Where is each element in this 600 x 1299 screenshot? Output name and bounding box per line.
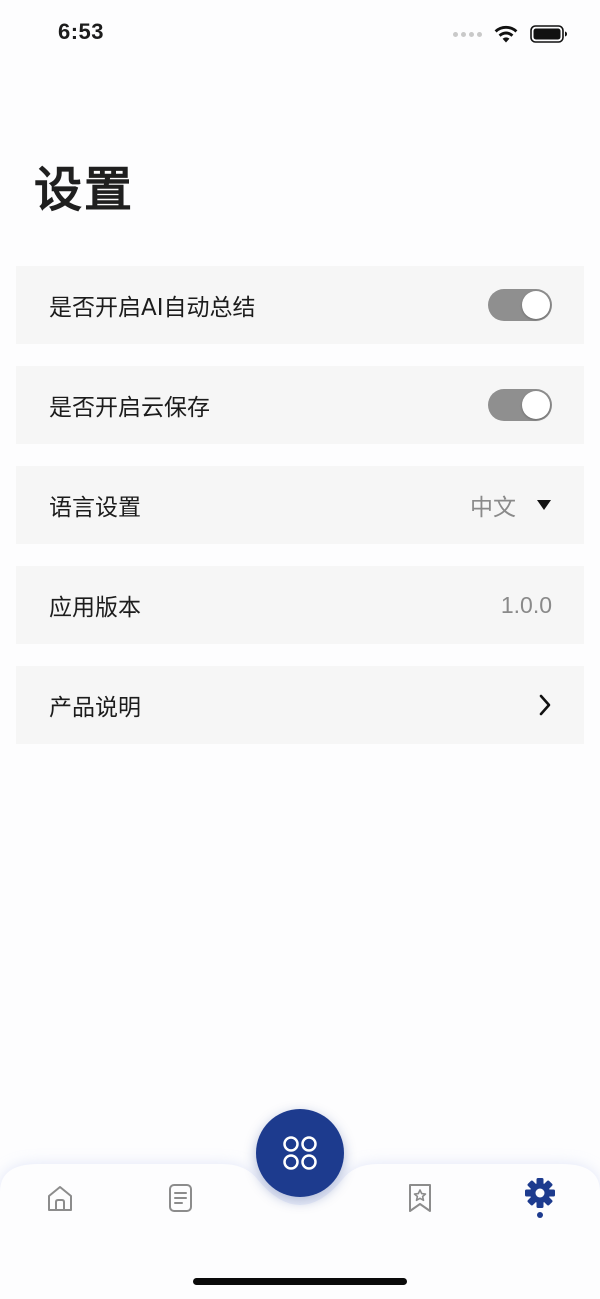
document-icon xyxy=(169,1184,192,1212)
page-title: 设置 xyxy=(34,162,135,218)
wifi-icon xyxy=(494,25,518,43)
grid-icon xyxy=(283,1136,317,1170)
tab-favorites[interactable] xyxy=(400,1180,440,1216)
setting-row-cloud-save: 是否开启云保存 xyxy=(16,366,584,444)
setting-row-product-info[interactable]: 产品说明 xyxy=(16,666,584,744)
status-time: 6:53 xyxy=(58,19,105,44)
toggle-knob xyxy=(522,391,550,419)
toggle-knob xyxy=(522,291,550,319)
ai-summary-toggle[interactable] xyxy=(488,289,552,321)
status-bar: 6:53 xyxy=(0,0,600,66)
gear-icon xyxy=(525,1178,555,1218)
bookmark-star-icon xyxy=(409,1184,431,1212)
tab-settings[interactable] xyxy=(520,1178,560,1218)
version-value: 1.0.0 xyxy=(500,591,552,618)
tab-center-apps-button[interactable] xyxy=(256,1109,344,1197)
active-tab-dot xyxy=(537,1212,543,1218)
tab-notes[interactable] xyxy=(160,1180,200,1216)
setting-row-version: 应用版本 1.0.0 xyxy=(16,566,584,644)
status-icons xyxy=(453,22,568,46)
language-value: 中文 xyxy=(470,495,516,521)
chevron-right-icon xyxy=(539,694,551,716)
setting-row-ai-summary: 是否开启AI自动总结 xyxy=(16,266,584,344)
setting-label-language: 语言设置 xyxy=(49,495,141,521)
setting-label-ai-summary: 是否开启AI自动总结 xyxy=(49,295,256,321)
cloud-save-toggle[interactable] xyxy=(488,389,552,421)
setting-label-cloud-save: 是否开启云保存 xyxy=(49,395,210,421)
setting-label-version: 应用版本 xyxy=(49,595,141,621)
settings-list: 是否开启AI自动总结 是否开启云保存 语言设置 中文 应用版本 1.0.0 产品… xyxy=(16,266,584,766)
dropdown-triangle-icon xyxy=(537,500,551,510)
home-indicator xyxy=(193,1278,407,1285)
signal-dots-icon xyxy=(453,31,482,37)
battery-icon xyxy=(530,25,567,43)
setting-row-language[interactable]: 语言设置 中文 xyxy=(16,466,584,544)
home-icon xyxy=(48,1186,72,1211)
setting-label-product-info: 产品说明 xyxy=(49,695,141,721)
tab-home[interactable] xyxy=(40,1180,80,1216)
language-select[interactable]: 中文 xyxy=(470,488,552,522)
